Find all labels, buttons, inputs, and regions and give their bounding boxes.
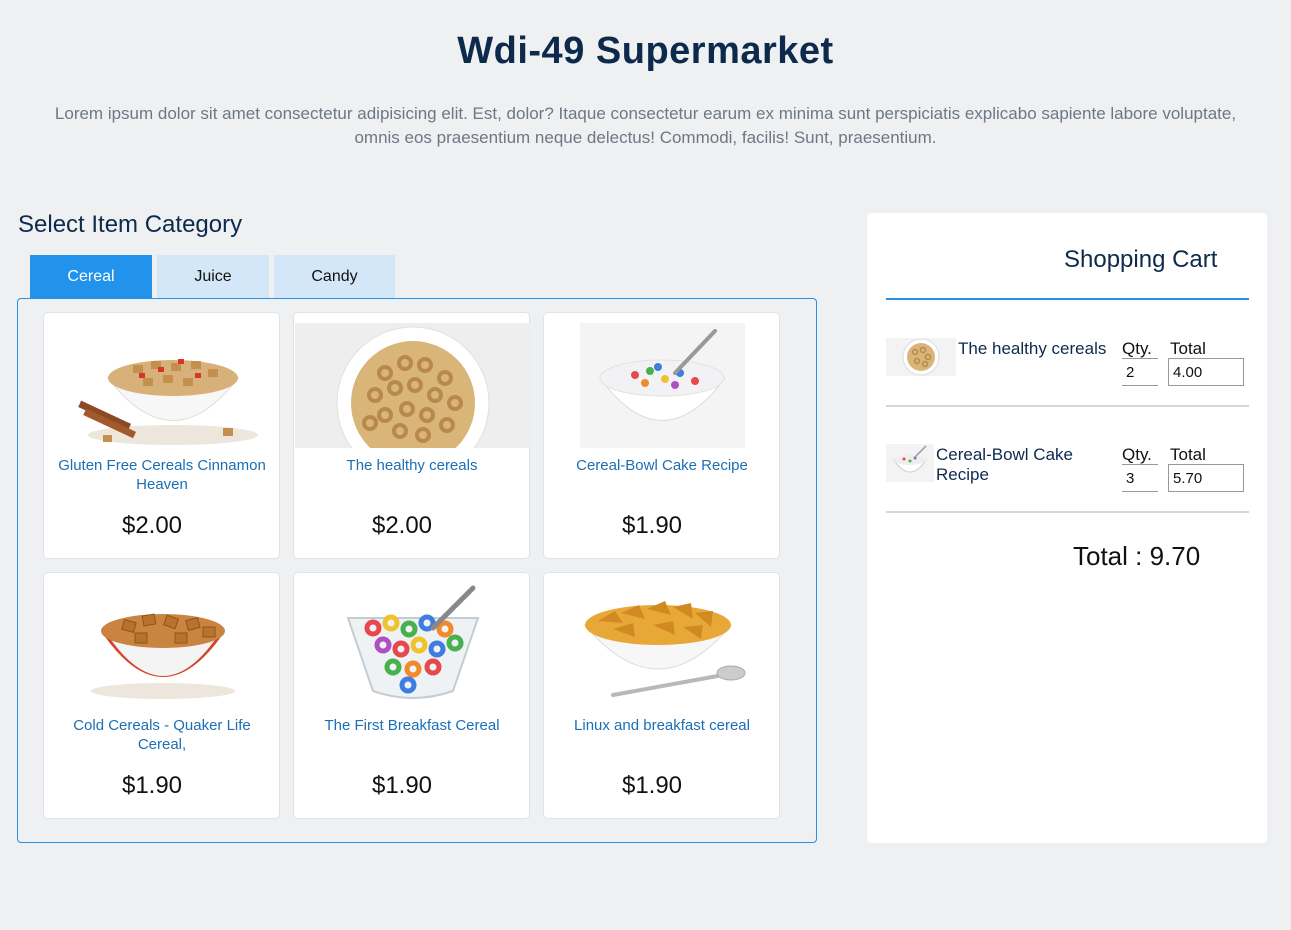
tab-candy[interactable]: Candy [274,255,395,298]
total-label: Total [1170,445,1206,464]
product-card[interactable]: Cold Cereals - Quaker Life Cereal, $1.90 [43,572,280,819]
page-title: Wdi-49 Supermarket [457,30,834,72]
category-heading: Select Item Category [18,211,243,238]
product-card[interactable]: Gluten Free Cereals Cinnamon Heaven $2.0… [43,312,280,559]
qty-label: Qty. [1122,339,1152,358]
product-card[interactable]: The healthy cereals $2.00 [293,312,530,559]
cereal-bowl-milk-image [545,323,780,448]
product-card[interactable]: Cereal-Bowl Cake Recipe $1.90 [543,312,780,559]
qty-input[interactable] [1122,464,1158,492]
intro-text: Lorem ipsum dolor sit amet consectetur a… [54,104,1237,147]
product-price: $1.90 [621,512,683,539]
cereal-bowl-squares-image [45,583,280,708]
total-label: Total [1170,339,1206,358]
cart-divider [886,298,1249,300]
product-price: $2.00 [121,512,183,539]
cart-grand-total: Total : 9.70 [1073,541,1201,571]
product-name[interactable]: Linux and breakfast cereal [552,716,772,735]
cart-title: Shopping Cart [1064,246,1218,273]
item-total-field[interactable] [1168,358,1244,386]
product-grid: Gluten Free Cereals Cinnamon Heaven $2.0… [17,298,817,843]
product-price: $2.00 [371,512,433,539]
cart-item-image [886,444,934,482]
product-price: $1.90 [121,772,183,799]
product-name[interactable]: The healthy cereals [302,456,522,475]
product-name[interactable]: Cereal-Bowl Cake Recipe [552,456,772,475]
item-total-field[interactable] [1168,464,1244,492]
product-price: $1.90 [371,772,433,799]
product-name[interactable]: The First Breakfast Cereal [302,716,522,735]
cart-divider [886,511,1249,513]
tab-juice[interactable]: Juice [157,255,269,298]
product-name[interactable]: Cold Cereals - Quaker Life Cereal, [52,716,272,754]
cereal-bowl-oats-image [295,323,530,448]
product-price: $1.90 [621,772,683,799]
product-name[interactable]: Gluten Free Cereals Cinnamon Heaven [52,456,272,494]
cart-item-image [886,338,956,376]
qty-label: Qty. [1122,445,1152,464]
tab-cereal[interactable]: Cereal [30,255,152,298]
shopping-cart: Shopping Cart The healthy cereals Qty. T… [867,213,1267,843]
cart-divider [886,405,1249,407]
cart-item-name: Cereal-Bowl Cake Recipe [936,445,1073,484]
cereal-bowl-flakes-image [545,583,780,708]
cereal-bowl-loops-image [295,583,530,708]
cereal-bowl-cinnamon-image [45,323,280,448]
qty-input[interactable] [1122,358,1158,386]
product-card[interactable]: The First Breakfast Cereal $1.90 [293,572,530,819]
cart-item-name: The healthy cereals [958,339,1107,358]
product-card[interactable]: Linux and breakfast cereal $1.90 [543,572,780,819]
